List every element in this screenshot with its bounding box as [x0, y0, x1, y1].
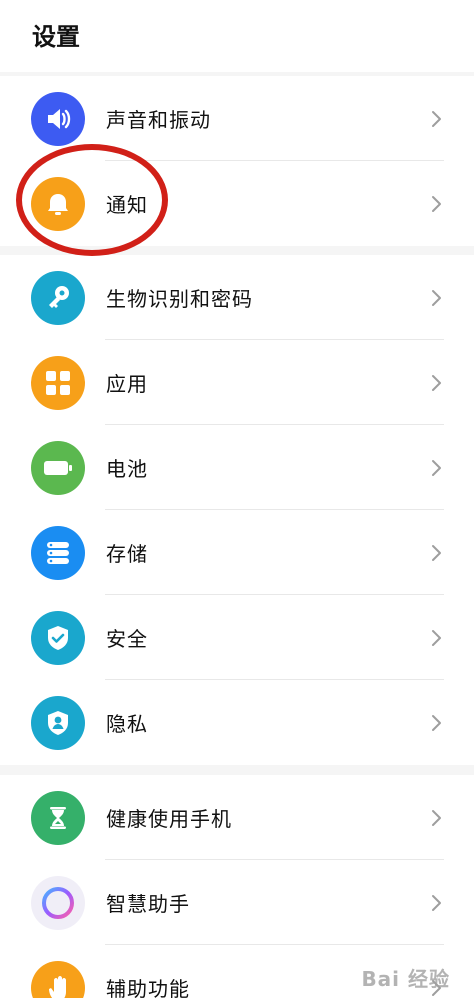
chevron-right-icon [432, 195, 441, 212]
settings-group-1: 声音和振动 通知 [0, 76, 474, 246]
chevron-right-icon [432, 629, 441, 646]
settings-item-label: 安全 [106, 627, 148, 651]
settings-item-biometrics-password[interactable]: 生物识别和密码 [0, 255, 474, 340]
settings-item-label: 电池 [106, 457, 148, 481]
chevron-right-icon [432, 110, 441, 127]
settings-item-label: 通知 [106, 193, 148, 217]
volume-icon [31, 91, 85, 146]
settings-item-storage[interactable]: 存储 [0, 510, 474, 595]
key-icon [31, 270, 85, 325]
shield-check-icon [31, 610, 85, 665]
chevron-right-icon [432, 809, 441, 826]
settings-item-battery[interactable]: 电池 [0, 425, 474, 510]
apps-grid-icon [31, 355, 85, 410]
chevron-right-icon [432, 374, 441, 391]
settings-item-apps[interactable]: 应用 [0, 340, 474, 425]
page-title: 设置 [32, 22, 80, 51]
assistant-ring-icon [31, 875, 85, 930]
settings-item-label: 隐私 [106, 712, 148, 736]
settings-item-label: 健康使用手机 [106, 807, 232, 831]
hand-icon [31, 960, 85, 998]
chevron-right-icon [432, 894, 441, 911]
bell-icon [31, 176, 85, 231]
settings-item-label: 辅助功能 [106, 977, 190, 998]
chevron-right-icon [432, 459, 441, 476]
settings-item-label: 存储 [106, 542, 148, 566]
header: 设置 [0, 0, 474, 72]
settings-group-2: 生物识别和密码 应用 电池 存储 安全 隐私 [0, 255, 474, 765]
settings-item-privacy[interactable]: 隐私 [0, 680, 474, 765]
chevron-right-icon [432, 544, 441, 561]
chevron-right-icon [432, 714, 441, 731]
battery-icon [31, 440, 85, 495]
settings-screen: 设置 声音和振动 通知 生物识别和密码 应用 电池 存储 安全 隐私 健康使用手… [0, 0, 474, 998]
settings-item-label: 生物识别和密码 [106, 287, 253, 311]
settings-item-label: 声音和振动 [106, 108, 211, 132]
settings-item-label: 智慧助手 [106, 892, 190, 916]
watermark: Bai 经验 [361, 967, 450, 991]
privacy-shield-icon [31, 695, 85, 750]
hourglass-icon [31, 790, 85, 845]
storage-icon [31, 525, 85, 580]
settings-item-label: 应用 [106, 372, 148, 396]
settings-item-security[interactable]: 安全 [0, 595, 474, 680]
settings-item-notifications[interactable]: 通知 [0, 161, 474, 246]
settings-item-smart-assistant[interactable]: 智慧助手 [0, 860, 474, 945]
chevron-right-icon [432, 289, 441, 306]
settings-item-digital-balance[interactable]: 健康使用手机 [0, 775, 474, 860]
settings-item-sound-vibration[interactable]: 声音和振动 [0, 76, 474, 161]
